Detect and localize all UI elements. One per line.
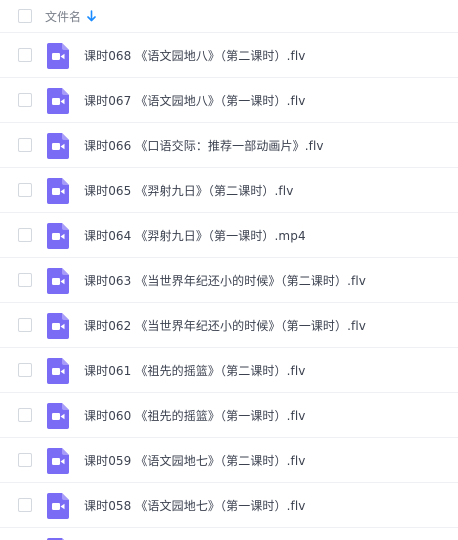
row-checkbox[interactable] [18,228,32,242]
file-name[interactable]: 课时061 《祖先的摇篮》（第二课时）.flv [84,348,306,393]
arrow-down-icon[interactable] [87,10,96,22]
file-row[interactable]: 课时066 《口语交际：推荐一部动画片》.flv [0,123,458,168]
file-list: 文件名 课时068 《语文园地八》（第二课时）.flv 课时067 《语文园地八》… [0,0,458,540]
file-name[interactable]: 课时063 《当世界年纪还小的时候》（第二课时）.flv [84,258,366,303]
file-row[interactable]: 课时060 《祖先的摇篮》（第一课时）.flv [0,393,458,438]
row-checkbox[interactable] [18,498,32,512]
file-name[interactable]: 课时067 《语文园地八》（第一课时）.flv [84,78,306,123]
row-checkbox[interactable] [18,453,32,467]
file-name[interactable]: 课时068 《语文园地八》（第二课时）.flv [84,33,306,78]
file-row[interactable]: 课时062 《当世界年纪还小的时候》（第一课时）.flv [0,303,458,348]
video-file-icon [47,133,69,159]
file-row[interactable]: 课时064 《羿射九日》（第一课时）.mp4 [0,213,458,258]
file-name[interactable]: 课时066 《口语交际：推荐一部动画片》.flv [84,123,324,168]
column-header-filename[interactable]: 文件名 [45,8,96,25]
select-all-checkbox[interactable] [18,9,32,23]
row-checkbox[interactable] [18,138,32,152]
file-row[interactable]: 课时058 《语文园地七》（第一课时）.flv [0,483,458,528]
file-name[interactable]: 课时060 《祖先的摇篮》（第一课时）.flv [84,393,306,438]
video-file-icon [47,313,69,339]
file-row[interactable]: 课时068 《语文园地八》（第二课时）.flv [0,33,458,78]
file-row[interactable]: 课时061 《祖先的摇篮》（第二课时）.flv [0,348,458,393]
file-row[interactable]: 课时063 《当世界年纪还小的时候》（第二课时）.flv [0,258,458,303]
file-name[interactable]: 课时065 《羿射九日》（第二课时）.flv [84,168,293,213]
video-file-icon [47,268,69,294]
file-name[interactable]: 课时062 《当世界年纪还小的时候》（第一课时）.flv [84,303,366,348]
video-file-icon [47,178,69,204]
row-checkbox[interactable] [18,183,32,197]
video-file-icon [47,448,69,474]
file-name[interactable]: 课时064 《羿射九日》（第一课时）.mp4 [84,213,306,258]
list-header: 文件名 [0,0,458,33]
video-file-icon [47,223,69,249]
column-header-filename-label: 文件名 [45,9,82,24]
file-row-partial[interactable] [0,528,458,540]
row-checkbox[interactable] [18,273,32,287]
file-row[interactable]: 课时067 《语文园地八》（第一课时）.flv [0,78,458,123]
file-rows: 课时068 《语文园地八》（第二课时）.flv 课时067 《语文园地八》（第一课… [0,33,458,540]
row-checkbox[interactable] [18,93,32,107]
row-checkbox[interactable] [18,363,32,377]
row-checkbox[interactable] [18,318,32,332]
video-file-icon [47,88,69,114]
file-name[interactable]: 课时058 《语文园地七》（第一课时）.flv [84,483,306,528]
file-row[interactable]: 课时065 《羿射九日》（第二课时）.flv [0,168,458,213]
row-checkbox[interactable] [18,48,32,62]
video-file-icon [47,43,69,69]
file-row[interactable]: 课时059 《语文园地七》（第二课时）.flv [0,438,458,483]
file-name[interactable]: 课时059 《语文园地七》（第二课时）.flv [84,438,306,483]
row-checkbox[interactable] [18,408,32,422]
video-file-icon [47,403,69,429]
video-file-icon [47,358,69,384]
video-file-icon [47,493,69,519]
